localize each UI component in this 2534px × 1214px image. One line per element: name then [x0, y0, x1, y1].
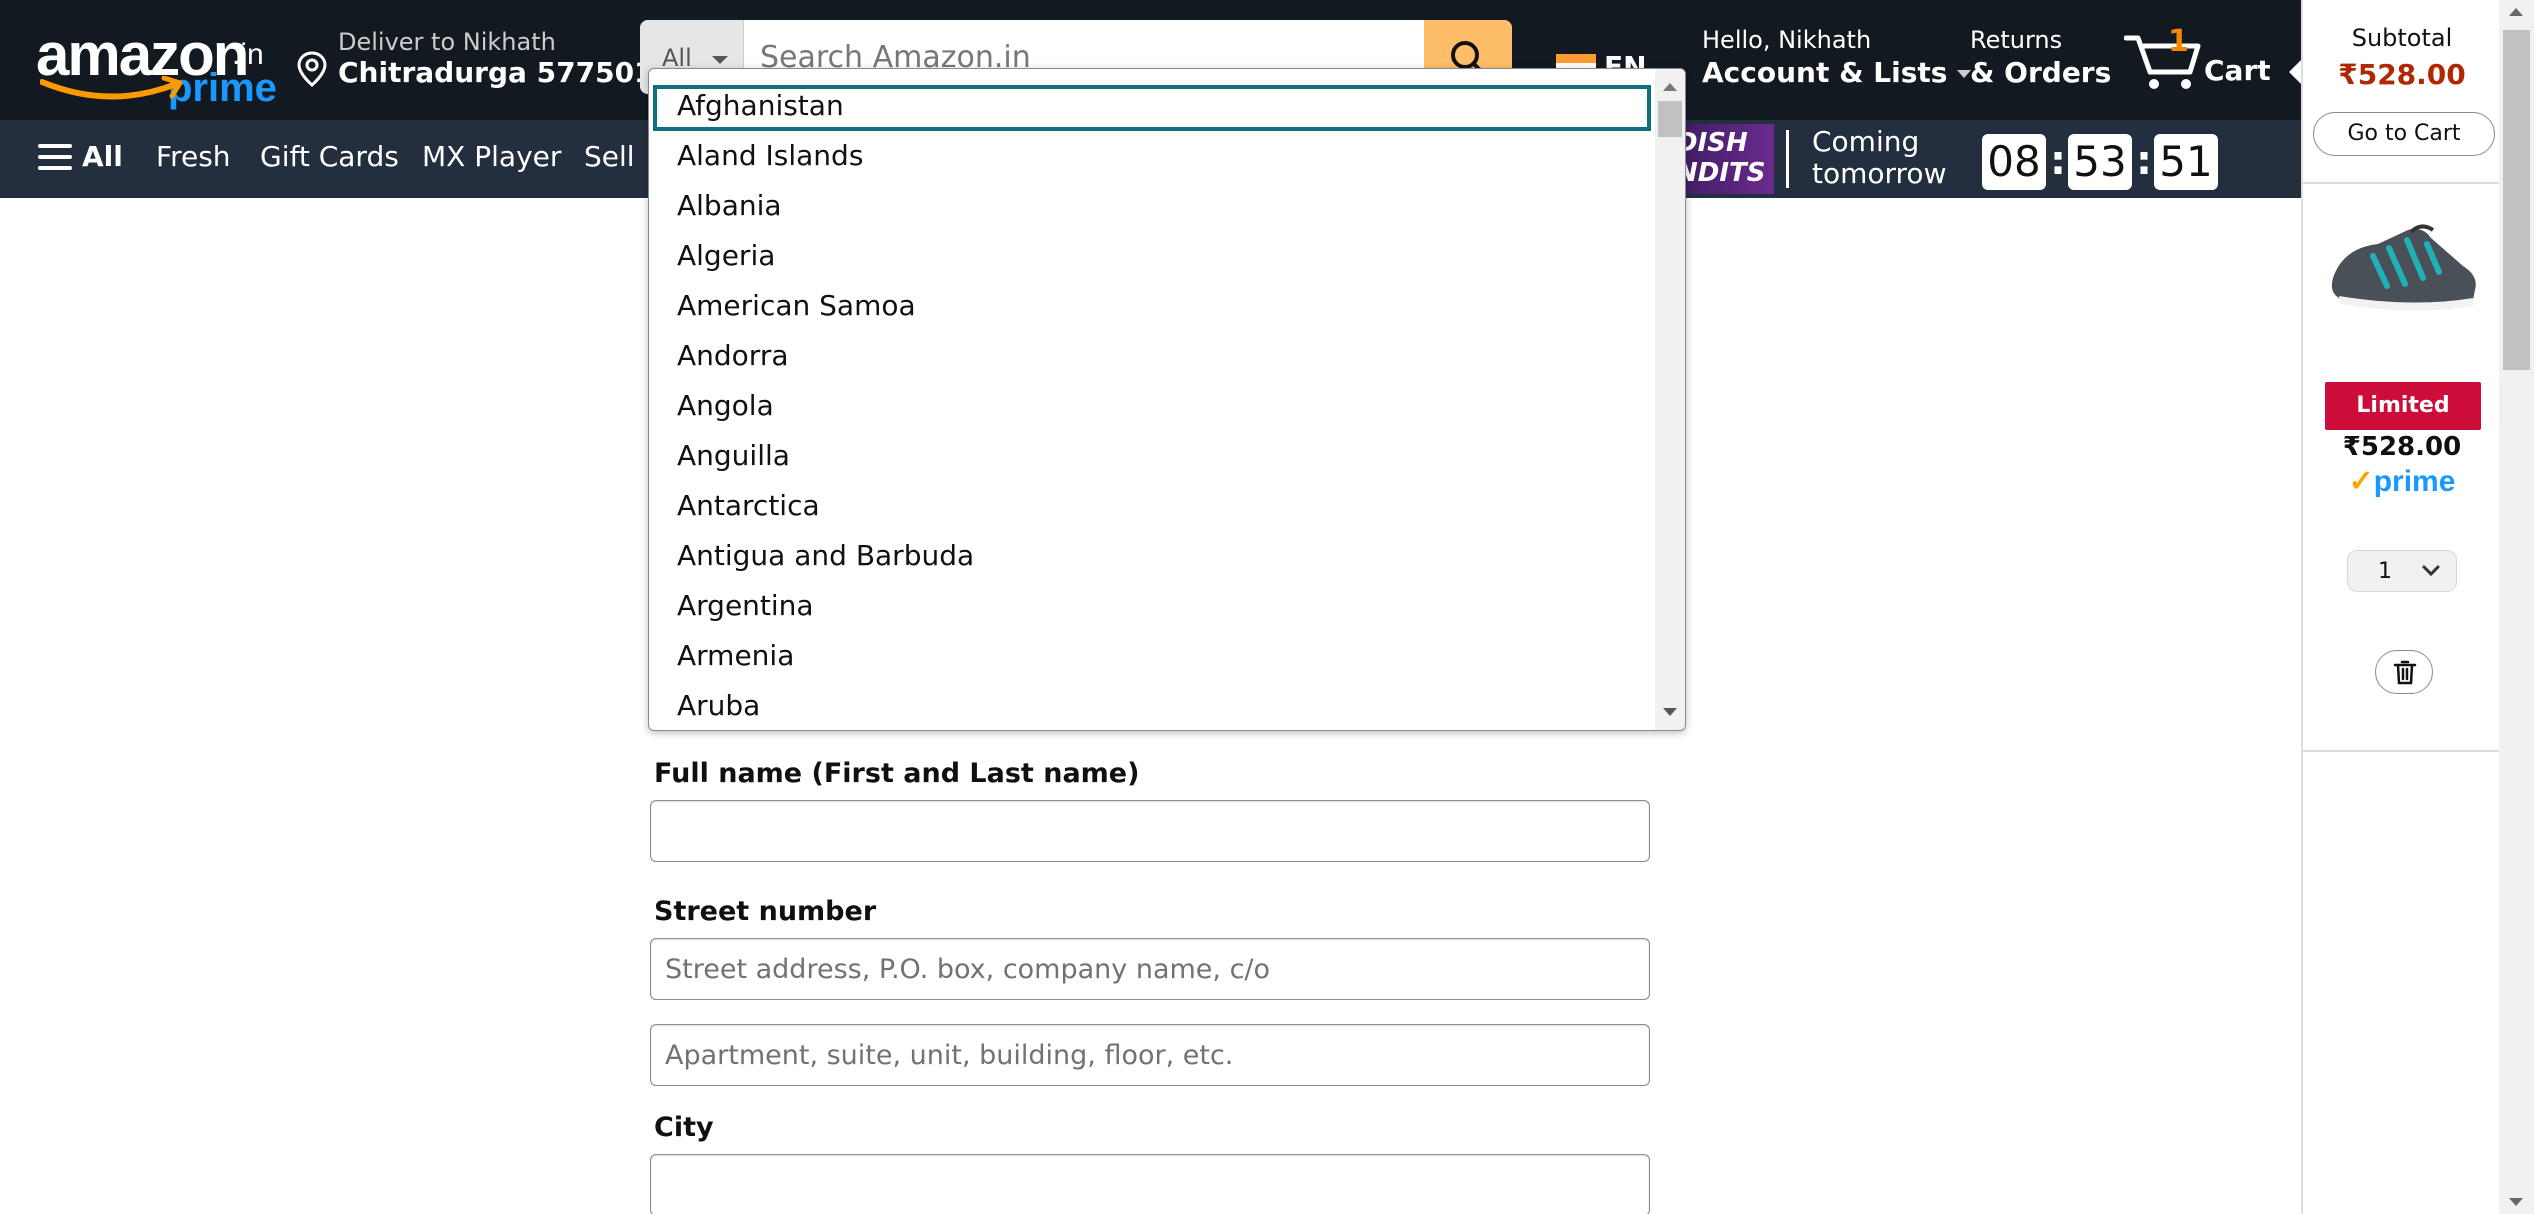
prime-badge: ✓prime — [2348, 465, 2456, 498]
timer-minutes: 53 — [2068, 134, 2132, 190]
delete-item-button[interactable] — [2375, 650, 2433, 694]
item-price: ₹528.00 — [2342, 432, 2462, 462]
deliver-address: Chitradurga 577501 — [338, 56, 654, 89]
street-address-line1-input[interactable] — [650, 938, 1650, 1000]
scroll-down-arrow-icon[interactable] — [2509, 1198, 2523, 1206]
country-option[interactable]: Argentina — [653, 585, 1651, 631]
cart-sidebar: Subtotal ₹528.00 Go to Cart Limited time… — [2301, 0, 2501, 1214]
promo-divider — [1786, 130, 1789, 188]
timer-hours: 08 — [1982, 134, 2046, 190]
street-address-line2-input[interactable] — [650, 1024, 1650, 1086]
country-option[interactable]: Andorra — [653, 335, 1651, 381]
cart-button[interactable]: 1 Cart — [2124, 22, 2284, 98]
divider — [2303, 182, 2501, 184]
page-scrollbar[interactable] — [2499, 0, 2534, 1214]
country-option[interactable]: Angola — [653, 385, 1651, 431]
scrollbar-thumb[interactable] — [1658, 101, 1682, 137]
country-option[interactable]: Anguilla — [653, 435, 1651, 481]
product-image-shoe[interactable] — [2323, 208, 2483, 328]
scroll-down-arrow-icon[interactable] — [1663, 708, 1677, 716]
dropdown-scrollbar[interactable] — [1655, 69, 1685, 730]
nav-all-menu[interactable]: All — [38, 140, 123, 173]
city-label: City — [654, 1112, 714, 1143]
subtotal-label: Subtotal — [2351, 24, 2453, 52]
timer-seconds: 51 — [2154, 134, 2218, 190]
amazon-logo[interactable]: amazon .in prime — [36, 21, 277, 110]
street-label: Street number — [654, 896, 877, 927]
promo-text: Coming tomorrow — [1812, 125, 1947, 190]
returns-label: Returns — [1970, 26, 2063, 54]
account-menu[interactable]: Hello, Nikhath Account & Lists — [1702, 26, 1972, 96]
scrollbar-thumb[interactable] — [2503, 30, 2530, 370]
nav-mx-player[interactable]: MX Player — [422, 140, 561, 173]
chevron-down-icon — [2422, 565, 2440, 577]
scroll-up-arrow-icon[interactable] — [1663, 83, 1677, 91]
trash-icon — [2393, 660, 2417, 685]
quantity-value: 1 — [2378, 559, 2392, 584]
full-name-input[interactable] — [650, 800, 1650, 862]
scroll-up-arrow-icon[interactable] — [2509, 8, 2523, 16]
country-option[interactable]: Aruba — [653, 685, 1651, 730]
account-lists-label: Account & Lists — [1702, 56, 1972, 89]
smile-arrow-icon — [40, 76, 183, 100]
account-greeting: Hello, Nikhath — [1702, 26, 1872, 54]
country-dropdown-list[interactable]: Afghanistan Aland Islands Albania Algeri… — [648, 68, 1686, 731]
country-options: Afghanistan Aland Islands Albania Algeri… — [649, 69, 1655, 730]
quantity-select[interactable]: 1 — [2347, 550, 2457, 592]
timer-colon: : — [2136, 138, 2152, 184]
country-option-selected[interactable]: Afghanistan — [653, 85, 1651, 131]
go-to-cart-button[interactable]: Go to Cart — [2313, 112, 2495, 156]
cart-count: 1 — [2168, 24, 2189, 59]
orders-label: & Orders — [1970, 56, 2112, 89]
country-option[interactable]: Algeria — [653, 235, 1651, 281]
timer-colon: : — [2050, 138, 2066, 184]
deliver-label: Deliver to Nikhath — [338, 28, 556, 56]
country-option[interactable]: American Samoa — [653, 285, 1651, 331]
cart-icon — [2124, 35, 2201, 89]
city-input[interactable] — [650, 1154, 1650, 1214]
returns-orders-link[interactable]: Returns & Orders — [1970, 26, 2111, 89]
cart-label: Cart — [2204, 54, 2271, 87]
country-option[interactable]: Aland Islands — [653, 135, 1651, 181]
nav-gift-cards[interactable]: Gift Cards — [260, 140, 399, 173]
divider — [2303, 750, 2501, 752]
nav-sell[interactable]: Sell — [584, 140, 635, 173]
nav-fresh[interactable]: Fresh — [156, 140, 231, 173]
check-icon: ✓ — [2348, 465, 2374, 498]
limited-time-badge: Limited time — [2325, 382, 2481, 466]
hamburger-icon — [38, 144, 72, 170]
caret-down-icon — [712, 56, 728, 64]
full-name-label: Full name (First and Last name) — [654, 758, 1140, 789]
country-option[interactable]: Antigua and Barbuda — [653, 535, 1651, 581]
country-option[interactable]: Albania — [653, 185, 1651, 231]
country-option[interactable]: Armenia — [653, 635, 1651, 681]
subtotal-value: ₹528.00 — [2338, 58, 2466, 91]
country-option[interactable]: Antarctica — [653, 485, 1651, 531]
location-pin-icon — [297, 51, 327, 87]
